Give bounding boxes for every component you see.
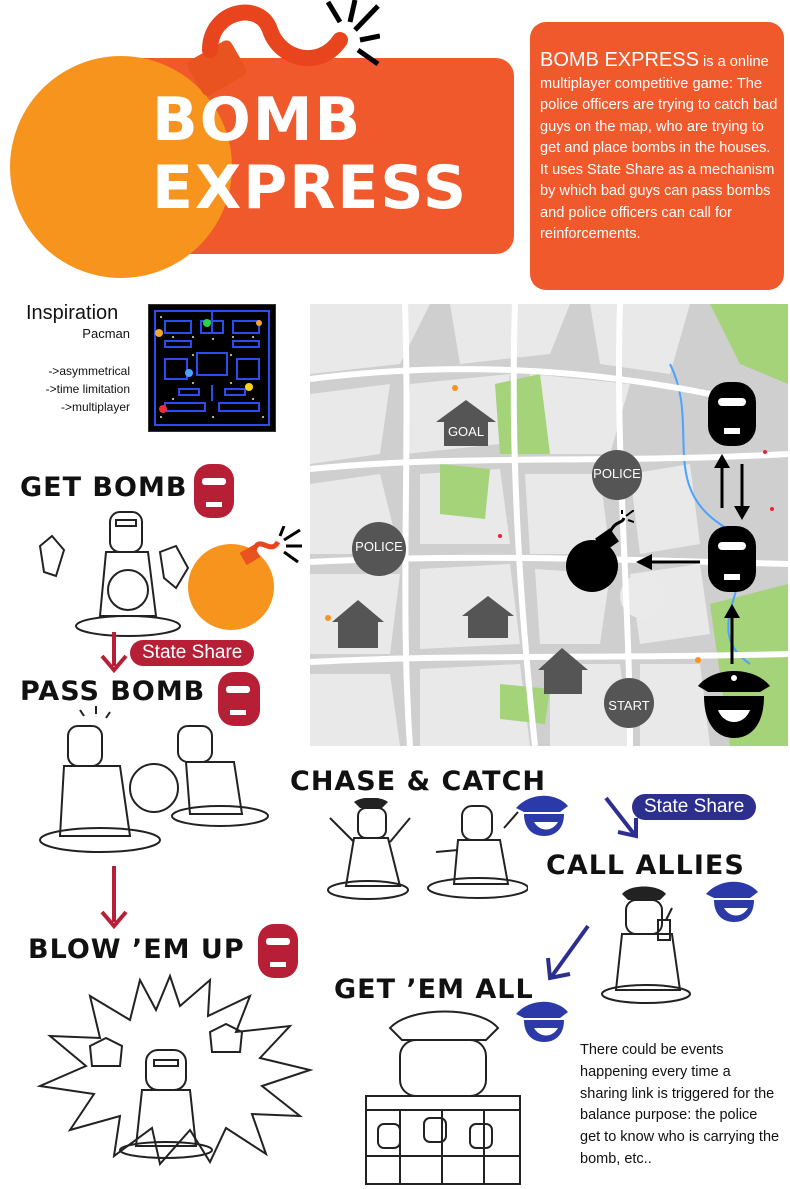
bad-guy-icon	[708, 526, 756, 592]
police-officer-icon	[698, 671, 770, 738]
call-allies-sketch	[601, 886, 691, 1004]
arrows-updown-icon	[714, 454, 750, 520]
inspiration-point: ->asymmetrical	[48, 364, 130, 378]
page-title: BOMB EXPRESS	[152, 86, 512, 222]
arrow-diag-blue-icon	[546, 924, 590, 981]
inspiration-point: ->multiplayer	[60, 400, 130, 414]
inspiration-title: Inspiration	[26, 302, 119, 324]
explosion-sketch	[36, 973, 314, 1166]
arrow-down-red-icon	[100, 632, 128, 674]
arrow-down-red-icon	[100, 866, 128, 930]
inspiration-game: Pacman	[82, 326, 130, 341]
get-em-all-sketch	[365, 1010, 521, 1185]
step-get-em-all: GET ’EM ALL	[334, 974, 534, 1005]
goal-label: GOAL	[447, 424, 485, 439]
arrow-left-icon	[636, 554, 700, 570]
description-body: is a online multiplayer competitive game…	[540, 54, 778, 242]
step-call-allies: CALL ALLIES	[546, 850, 745, 881]
step-get-bomb: GET BOMB	[20, 472, 188, 503]
description-lead: BOMB EXPRESS	[540, 49, 699, 71]
inspiration-point: ->time limitation	[45, 382, 130, 396]
state-share-pill: State Share	[130, 640, 255, 666]
house-icon	[332, 600, 384, 648]
police-label: POLICE	[355, 539, 403, 554]
get-bomb-sketch	[38, 511, 190, 637]
bomb-fuse-icon	[240, 526, 302, 566]
title-line-1: BOMB	[152, 85, 363, 155]
arrow-up-icon	[724, 604, 740, 664]
police-cap-blue-icon	[706, 881, 758, 922]
footnote-text: There could be events happening every ti…	[580, 1042, 780, 1167]
police-label: POLICE	[593, 466, 641, 481]
bad-guy-icon	[708, 382, 756, 446]
goal-house-icon	[436, 400, 496, 446]
house-icon	[462, 596, 514, 638]
step-blow-em-up: BLOW ’EM UP	[28, 934, 245, 965]
step-chase-catch: CHASE & CATCH	[290, 766, 546, 797]
start-label: START	[608, 698, 650, 713]
bomb-icon	[566, 510, 634, 592]
title-line-2: EXPRESS	[152, 153, 469, 223]
state-share-pill: State Share	[632, 794, 757, 820]
pacman-screenshot	[148, 304, 276, 432]
pacman-maze-icon	[154, 310, 270, 426]
chase-catch-sketch	[327, 798, 528, 900]
step-pass-bomb: PASS BOMB	[20, 676, 206, 707]
city-map: GOAL POLICE POLICE START	[310, 304, 788, 746]
pass-bomb-sketch	[39, 706, 269, 853]
description-text: BOMB EXPRESS is a online multiplayer com…	[540, 49, 778, 246]
house-icon	[538, 648, 588, 694]
inspiration-list: ->asymmetrical ->time limitation ->multi…	[20, 362, 130, 416]
